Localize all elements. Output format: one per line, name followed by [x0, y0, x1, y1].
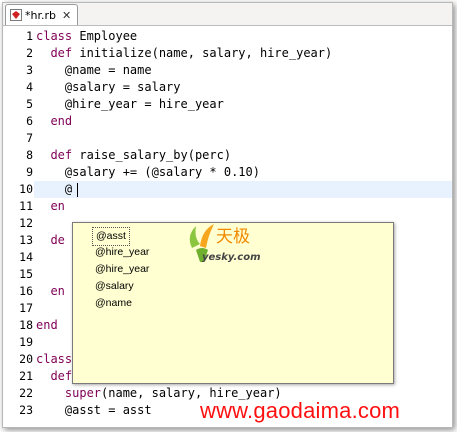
code-line: @hire_year = hire_year	[36, 96, 224, 113]
keyword-token: def	[50, 369, 73, 383]
line-number: 18	[19, 318, 33, 332]
line-number: 21	[19, 369, 33, 383]
line-number: 2	[26, 46, 33, 60]
code-line: def raise_salary_by(perc)	[36, 147, 231, 164]
code-token: raise_salary_by(perc)	[72, 148, 232, 162]
code-line: class Employee	[36, 28, 137, 45]
code-token: @salary += (@salary * 0.10)	[36, 165, 260, 179]
code-token: @hire_year = hire_year	[36, 97, 224, 111]
text-caret	[77, 183, 78, 197]
line-number: 4	[26, 80, 33, 94]
line-number: 1	[26, 29, 33, 43]
code-token: @asst = asst	[36, 403, 152, 417]
code-line: @	[36, 181, 72, 198]
keyword-token: class	[36, 352, 73, 366]
line-number: 3	[26, 63, 33, 77]
logo-en-text: yesky.com	[202, 252, 261, 263]
code-line: @salary += (@salary * 0.10)	[36, 164, 260, 181]
current-line-highlight	[34, 181, 452, 198]
line-number: 10	[19, 182, 33, 196]
code-token: Employee	[72, 29, 138, 43]
keyword-token: def	[50, 46, 73, 60]
line-number: 23	[19, 403, 33, 417]
line-number: 9	[26, 165, 33, 179]
yesky-logo: 天极 yesky.com	[189, 224, 261, 263]
keyword-token: de	[50, 233, 65, 247]
keyword-token: end	[50, 114, 73, 128]
code-token: @salary = salary	[36, 80, 181, 94]
code-line: @asst = asst	[36, 402, 152, 419]
code-line: end	[36, 317, 58, 334]
assist-item[interactable]: @hire_year	[92, 261, 152, 278]
keyword-token: en	[50, 199, 65, 213]
code-line: end	[36, 113, 72, 130]
line-number: 12	[19, 216, 33, 230]
code-line: def initialize(name, salary, hire_year)	[36, 45, 332, 62]
code-line: @salary = salary	[36, 79, 181, 96]
close-icon[interactable]: ✕	[62, 9, 71, 22]
code-line: en	[36, 198, 65, 215]
line-number: 20	[19, 352, 33, 366]
keyword-token: en	[50, 284, 65, 298]
assist-item[interactable]: @name	[92, 295, 135, 312]
line-number: 14	[19, 250, 33, 264]
assist-item[interactable]: @salary	[92, 278, 137, 295]
line-number: 19	[19, 335, 33, 349]
code-line: en	[36, 283, 65, 300]
line-number: 7	[26, 131, 33, 145]
editor-window: *hr.rb ✕ 1 2 3 4 5 6 7 8 9 10 11 12 13 14 15 16 17 18 19 20…	[2, 2, 453, 428]
ruby-file-icon	[10, 9, 22, 21]
keyword-token: class	[36, 29, 73, 43]
assist-item[interactable]: @hire_year	[92, 244, 152, 261]
line-number: 6	[26, 114, 33, 128]
keyword-token: super	[64, 386, 102, 400]
code-token: initialize(name, salary, hire_year)	[72, 46, 333, 60]
tab-title: *hr.rb	[25, 8, 56, 22]
code-line: @name = name	[36, 62, 152, 79]
line-number-gutter: 1 2 3 4 5 6 7 8 9 10 11 12 13 14 15 16 17 18 19 20 21 22 23	[3, 26, 33, 427]
code-token: @	[36, 182, 73, 196]
code-line: de	[36, 232, 65, 249]
line-number: 15	[19, 267, 33, 281]
watermark-text: www.gaodaima.com	[200, 398, 401, 423]
code-editor[interactable]: 1 2 3 4 5 6 7 8 9 10 11 12 13 14 15 16 17 18 19 20 21 22 23 cl…	[3, 26, 452, 427]
line-number: 16	[19, 284, 33, 298]
code-token: @name = name	[36, 63, 152, 77]
line-number: 8	[26, 148, 33, 162]
logo-cn-text: 天极	[216, 227, 250, 247]
line-number: 13	[19, 233, 33, 247]
tab-bar: *hr.rb ✕	[3, 3, 452, 26]
keyword-token: def	[50, 148, 73, 162]
line-number: 5	[26, 97, 33, 111]
tab-hr-rb[interactable]: *hr.rb ✕	[5, 4, 79, 25]
line-number: 22	[19, 386, 33, 400]
line-number: 17	[19, 301, 33, 315]
line-number: 11	[19, 199, 33, 213]
keyword-token: end	[36, 318, 58, 332]
